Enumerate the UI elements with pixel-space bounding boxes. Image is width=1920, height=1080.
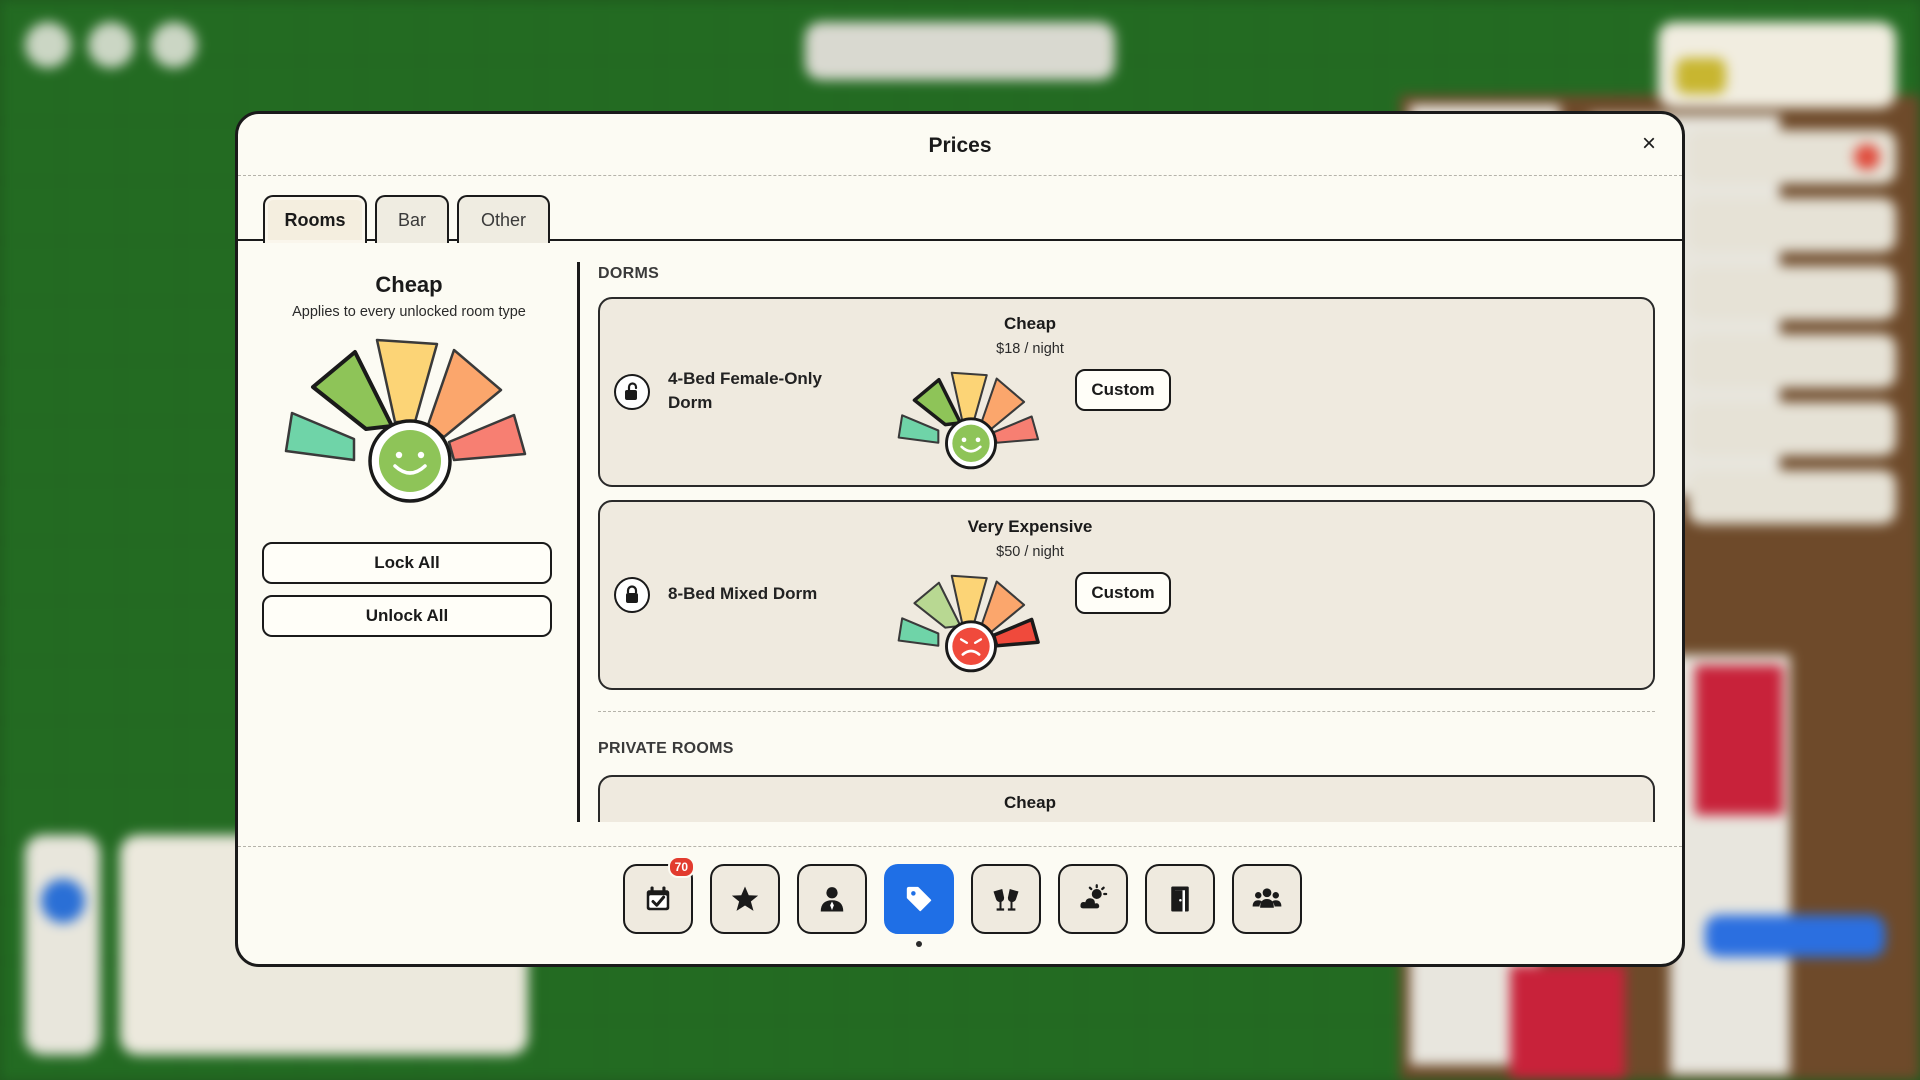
door-icon xyxy=(1171,886,1189,912)
section-label-dorms: DORMS xyxy=(598,265,660,282)
price-gauge[interactable] xyxy=(282,337,538,517)
lock-toggle-button[interactable] xyxy=(614,577,650,613)
custom-price-button[interactable]: Custom xyxy=(1075,369,1171,411)
custom-price-button[interactable]: Custom xyxy=(1075,572,1171,614)
global-price-panel: Cheap Applies to every unlocked room typ… xyxy=(238,242,580,822)
nav-staff-button[interactable] xyxy=(797,864,867,934)
gauge-segment-cheap xyxy=(912,378,963,427)
weather-icon xyxy=(1079,884,1108,910)
gauge-segment-cheap xyxy=(311,350,394,431)
bottom-divider xyxy=(238,846,1682,847)
nav-weather-button[interactable] xyxy=(1058,864,1128,934)
staff-person-icon xyxy=(820,887,844,912)
section-label-private-rooms: PRIVATE ROOMS xyxy=(598,740,734,757)
notification-badge: 70 xyxy=(667,856,695,878)
room-price-card: Cheap xyxy=(598,775,1655,822)
room-price-value: $50 / night xyxy=(996,544,1064,560)
gauge-segment-normal xyxy=(950,574,988,625)
room-price-card: 8-Bed Mixed Dorm Very Expensive $50 / ni… xyxy=(598,500,1655,690)
tab-rooms[interactable]: Rooms xyxy=(263,195,367,243)
gauge-segment-very-cheap xyxy=(897,617,940,647)
tab-bar: Rooms Bar Other xyxy=(238,178,1682,243)
unlocked-padlock-icon xyxy=(625,382,638,400)
happy-face-icon xyxy=(952,424,990,462)
tab-other[interactable]: Other xyxy=(457,195,550,243)
locked-padlock-icon xyxy=(626,585,638,603)
angry-face-icon xyxy=(952,627,990,665)
room-prices-list: DORMS 4-Bed Female-Only Dorm Cheap $18 /… xyxy=(598,242,1664,822)
price-gauge[interactable] xyxy=(896,371,1046,476)
room-price-card: 4-Bed Female-Only Dorm Cheap $18 / night… xyxy=(598,297,1655,487)
cheers-icon xyxy=(993,889,1019,911)
room-price-value: $18 / night xyxy=(996,341,1064,357)
nav-guests-button[interactable] xyxy=(1232,864,1302,934)
section-divider xyxy=(598,711,1655,712)
happy-face-icon xyxy=(379,430,441,492)
calendar-check-icon xyxy=(646,886,670,911)
nav-ratings-button[interactable] xyxy=(710,864,780,934)
panel-divider xyxy=(577,262,580,822)
gauge-segment-very-cheap xyxy=(284,411,356,462)
lock-all-button[interactable]: Lock All xyxy=(262,542,552,584)
active-tab-indicator xyxy=(916,941,922,947)
room-price-level: Very Expensive xyxy=(967,517,1093,536)
room-name: 4-Bed Female-Only Dorm xyxy=(668,369,822,412)
tab-bar-drinks[interactable]: Bar xyxy=(375,195,449,243)
room-price-level: Cheap xyxy=(1004,314,1056,333)
gauge-segment-very-cheap xyxy=(897,414,940,444)
global-price-level: Cheap xyxy=(375,272,443,297)
unlock-all-button[interactable]: Unlock All xyxy=(262,595,552,637)
unlock-toggle-button[interactable] xyxy=(614,374,650,410)
modal-header: Prices × xyxy=(238,114,1682,176)
room-price-level: Cheap xyxy=(1004,793,1056,812)
gauge-segment-cheap xyxy=(913,581,962,629)
price-gauge[interactable] xyxy=(896,574,1046,679)
nav-prices-button[interactable] xyxy=(884,864,954,934)
room-name: 8-Bed Mixed Dorm xyxy=(668,584,818,603)
guests-group-icon xyxy=(1252,888,1282,908)
nav-tasks-button[interactable]: 70 xyxy=(623,856,695,934)
price-tag-icon xyxy=(906,886,932,912)
nav-rooms-button[interactable] xyxy=(1145,864,1215,934)
global-price-subtitle: Applies to every unlocked room type xyxy=(292,304,526,320)
star-icon xyxy=(731,886,759,911)
close-button[interactable]: × xyxy=(1636,131,1662,157)
modal-title: Prices xyxy=(928,134,992,157)
nav-bar-button[interactable] xyxy=(971,864,1041,934)
prices-modal: Prices × Rooms Bar Other Cheap Applies t… xyxy=(235,111,1685,967)
